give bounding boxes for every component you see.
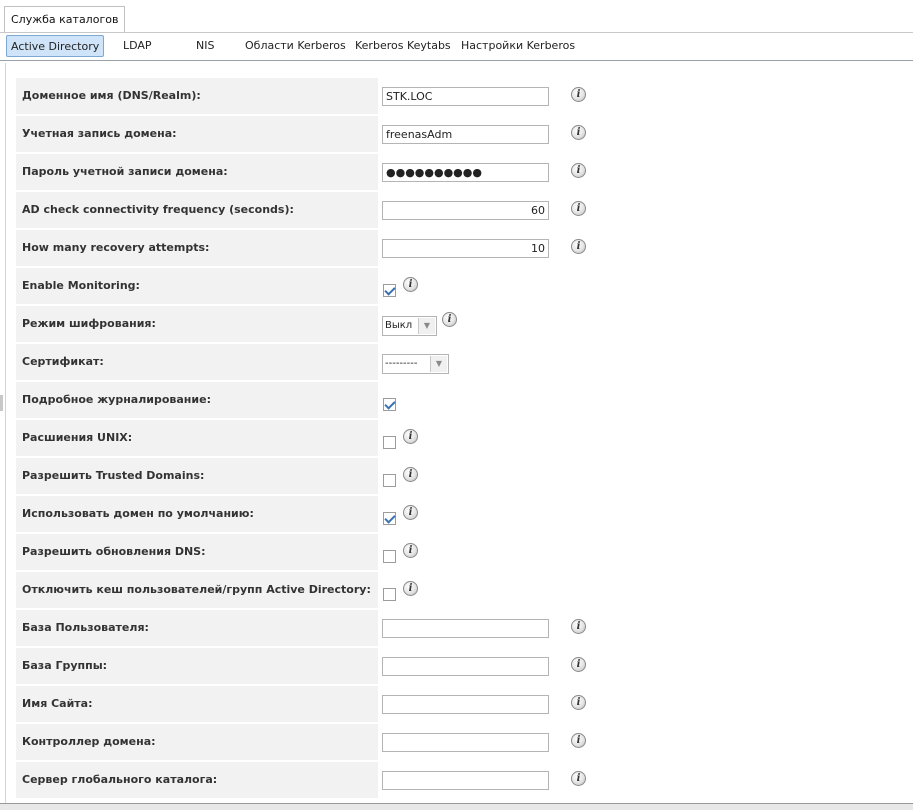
row-group-base: База Группы: i xyxy=(16,648,896,684)
chevron-down-icon[interactable]: ▼ xyxy=(430,356,447,372)
verbose-logging-label: Подробное журналирование: xyxy=(16,382,378,418)
row-domain-name: Доменное имя (DNS/Realm): i xyxy=(16,78,896,114)
left-divider xyxy=(5,63,6,803)
subtab-kerberos-keytabs[interactable]: Kerberos Keytabs xyxy=(351,35,455,57)
recovery-attempts-label: How many recovery attempts: xyxy=(16,230,378,266)
global-catalog-input[interactable] xyxy=(382,771,549,790)
site-name-label: Имя Сайта: xyxy=(16,686,378,722)
subtab-nis[interactable]: NIS xyxy=(192,35,218,57)
dns-updates-label: Разрешить обновления DNS: xyxy=(16,534,378,570)
certificate-value: --------- xyxy=(385,358,418,369)
row-unix-extensions: Расшиения UNIX: i xyxy=(16,420,896,456)
top-tab-strip: Служба каталогов xyxy=(0,0,913,33)
row-disable-cache: Отключить кеш пользователей/групп Active… xyxy=(16,572,896,608)
info-icon[interactable]: i xyxy=(571,125,586,140)
row-user-base: База Пользователя: i xyxy=(16,610,896,646)
row-ad-check-frequency: AD check connectivity frequency (seconds… xyxy=(16,192,896,228)
row-verbose-logging: Подробное журналирование: xyxy=(16,382,896,418)
row-trusted-domains: Разрешить Trusted Domains: i xyxy=(16,458,896,494)
subtab-bar: Active Directory LDAP NIS Области Kerber… xyxy=(0,32,913,61)
unix-extensions-label: Расшиения UNIX: xyxy=(16,420,378,456)
row-domain-account: Учетная запись домена: i xyxy=(16,116,896,152)
domain-password-label: Пароль учетной записи домена: xyxy=(16,154,378,190)
disable-cache-label: Отключить кеш пользователей/групп Active… xyxy=(16,572,378,608)
tab-directory-service[interactable]: Служба каталогов xyxy=(4,6,126,32)
row-encryption-mode: Режим шифрования: Выкл ▼ i xyxy=(16,306,896,342)
row-enable-monitoring: Enable Monitoring: i xyxy=(16,268,896,304)
row-domain-password: Пароль учетной записи домена: i xyxy=(16,154,896,190)
site-name-input[interactable] xyxy=(382,695,549,714)
row-site-name: Имя Сайта: i xyxy=(16,686,896,722)
group-base-input[interactable] xyxy=(382,657,549,676)
row-global-catalog: Сервер глобального каталога: i xyxy=(16,762,896,798)
subtab-kerberos-realms[interactable]: Области Kerberos xyxy=(241,35,350,57)
user-base-input[interactable] xyxy=(382,619,549,638)
chevron-down-icon[interactable]: ▼ xyxy=(418,318,435,334)
info-icon[interactable]: i xyxy=(571,695,586,710)
user-base-label: База Пользователя: xyxy=(16,610,378,646)
info-icon[interactable]: i xyxy=(571,87,586,102)
enable-monitoring-label: Enable Monitoring: xyxy=(16,268,378,304)
info-icon[interactable]: i xyxy=(403,543,418,558)
row-default-domain: Использовать домен по умолчанию: i xyxy=(16,496,896,532)
trusted-domains-checkbox[interactable] xyxy=(383,474,396,487)
domain-controller-input[interactable] xyxy=(382,733,549,752)
info-icon[interactable]: i xyxy=(403,505,418,520)
subtab-kerberos-settings[interactable]: Настройки Kerberos xyxy=(457,35,579,57)
info-icon[interactable]: i xyxy=(571,239,586,254)
global-catalog-label: Сервер глобального каталога: xyxy=(16,762,378,798)
row-certificate: Сертификат: --------- ▼ xyxy=(16,344,896,380)
left-splitter-handle[interactable] xyxy=(0,395,3,411)
info-icon[interactable]: i xyxy=(403,581,418,596)
default-domain-checkbox[interactable] xyxy=(383,512,396,525)
ad-check-frequency-label: AD check connectivity frequency (seconds… xyxy=(16,192,378,228)
info-icon[interactable]: i xyxy=(571,201,586,216)
domain-controller-label: Контроллер домена: xyxy=(16,724,378,760)
ad-check-frequency-input[interactable] xyxy=(382,201,549,220)
domain-password-input[interactable] xyxy=(382,163,549,182)
row-domain-controller: Контроллер домена: i xyxy=(16,724,896,760)
dns-updates-checkbox[interactable] xyxy=(383,550,396,563)
row-dns-updates: Разрешить обновления DNS: i xyxy=(16,534,896,570)
recovery-attempts-input[interactable] xyxy=(382,239,549,258)
encryption-mode-select[interactable]: Выкл ▼ xyxy=(382,316,437,336)
domain-account-input[interactable] xyxy=(382,125,549,144)
encryption-mode-label: Режим шифрования: xyxy=(16,306,378,342)
default-domain-label: Использовать домен по умолчанию: xyxy=(16,496,378,532)
info-icon[interactable]: i xyxy=(403,277,418,292)
enable-monitoring-checkbox[interactable] xyxy=(383,284,396,297)
domain-name-label: Доменное имя (DNS/Realm): xyxy=(16,78,378,114)
subtab-ldap[interactable]: LDAP xyxy=(119,35,156,57)
disable-cache-checkbox[interactable] xyxy=(383,588,396,601)
certificate-label: Сертификат: xyxy=(16,344,378,380)
certificate-select[interactable]: --------- ▼ xyxy=(382,354,449,374)
domain-account-label: Учетная запись домена: xyxy=(16,116,378,152)
info-icon[interactable]: i xyxy=(571,771,586,786)
info-icon[interactable]: i xyxy=(571,163,586,178)
verbose-logging-checkbox[interactable] xyxy=(383,398,396,411)
encryption-mode-value: Выкл xyxy=(385,320,413,331)
trusted-domains-label: Разрешить Trusted Domains: xyxy=(16,458,378,494)
group-base-label: База Группы: xyxy=(16,648,378,684)
subtab-active-directory[interactable]: Active Directory xyxy=(6,35,105,57)
info-icon[interactable]: i xyxy=(403,467,418,482)
info-icon[interactable]: i xyxy=(571,657,586,672)
info-icon[interactable]: i xyxy=(403,429,418,444)
info-icon[interactable]: i xyxy=(571,619,586,634)
unix-extensions-checkbox[interactable] xyxy=(383,436,396,449)
row-recovery-attempts: How many recovery attempts: i xyxy=(16,230,896,266)
domain-name-input[interactable] xyxy=(382,87,549,106)
info-icon[interactable]: i xyxy=(442,312,457,327)
info-icon[interactable]: i xyxy=(571,733,586,748)
